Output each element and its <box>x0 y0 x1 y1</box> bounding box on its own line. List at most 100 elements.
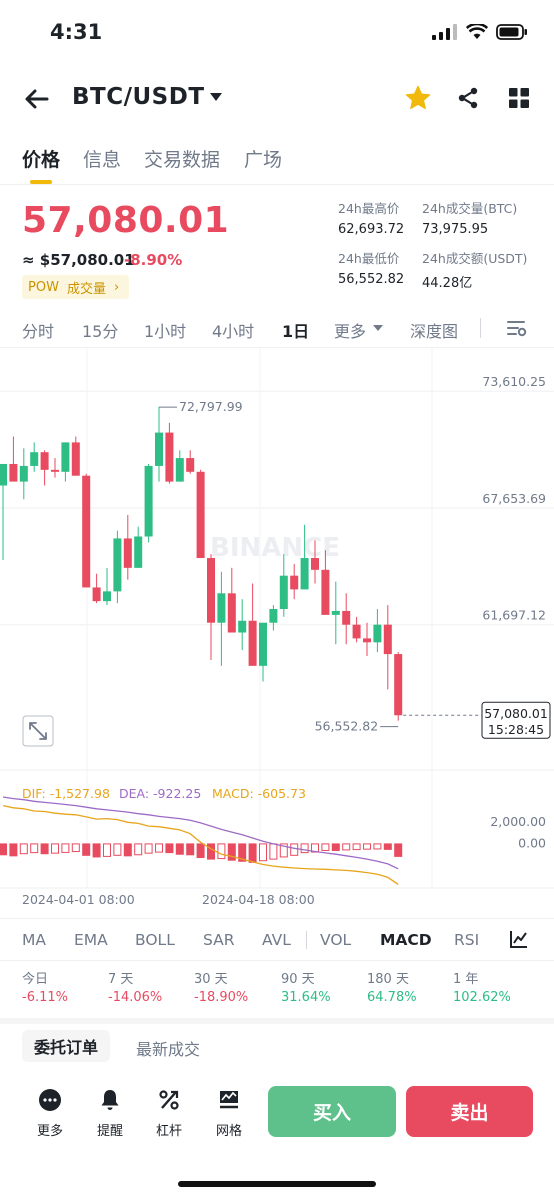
indicator-ma[interactable]: MA <box>22 931 46 949</box>
macd-histogram-bar <box>300 843 309 854</box>
interval-1d[interactable]: 1日 <box>282 318 309 342</box>
performance-label: 1 年 <box>453 972 479 987</box>
more-button[interactable]: 更多 <box>26 1088 74 1139</box>
wifi-icon <box>466 24 488 39</box>
grid-trading-icon <box>220 1091 238 1109</box>
macd-histogram-bar <box>321 843 330 851</box>
interval-time[interactable]: 分时 <box>22 318 54 342</box>
candle-body <box>227 593 236 633</box>
y-tick-label: 67,653.69 <box>482 491 546 506</box>
indicator-macd[interactable]: MACD <box>380 931 432 949</box>
interval-depth[interactable]: 深度图 <box>410 318 458 342</box>
macd-dif-legend: DIF: -1,527.98 <box>22 786 110 801</box>
tab-latest-trades[interactable]: 最新成交 <box>136 1036 200 1060</box>
stat-vol-btc-value: 73,975.95 <box>422 222 489 237</box>
macd-histogram-bar <box>71 843 80 853</box>
macd-dea-legend: DEA: -922.25 <box>119 786 201 801</box>
leverage-button[interactable]: 杠杆 <box>145 1088 193 1139</box>
macd-histogram-bar <box>30 843 39 854</box>
caret-down-icon[interactable] <box>373 325 383 331</box>
tab-open-orders[interactable]: 委托订单 <box>22 1030 111 1062</box>
tab-square[interactable]: 广场 <box>244 145 282 172</box>
alert-button[interactable]: 提醒 <box>86 1088 134 1139</box>
macd-histogram-bar <box>373 843 382 850</box>
tab-info[interactable]: 信息 <box>83 145 121 172</box>
back-arrow-icon[interactable] <box>22 84 52 114</box>
share-icon[interactable] <box>456 86 480 114</box>
macd-histogram-bar <box>383 843 392 850</box>
candle-body <box>40 452 49 470</box>
price-usd-approx: ≈ $57,080.01 <box>22 251 135 269</box>
sell-button[interactable]: 卖出 <box>406 1086 533 1137</box>
candle-body <box>321 569 330 615</box>
apps-grid-icon[interactable] <box>509 88 529 112</box>
tag-bar[interactable]: POW 成交量 › <box>22 275 130 299</box>
candle-body <box>373 624 382 643</box>
more-dots-icon <box>39 1089 61 1111</box>
macd-panel: DIF: -1,527.98 DEA: -922.25 MACD: -605.73 2… <box>0 786 546 885</box>
chevron-down-icon[interactable] <box>210 93 222 101</box>
tag-pow[interactable]: POW <box>28 280 59 295</box>
last-price-label: 57,080.01 <box>484 706 548 721</box>
candle-body <box>279 575 288 609</box>
candle-body <box>186 458 195 472</box>
interval-1h[interactable]: 1小时 <box>144 318 186 342</box>
macd-y-tick-label: 2,000.00 <box>490 814 546 829</box>
indicator-vol[interactable]: VOL <box>320 931 351 949</box>
macd-histogram-bar <box>103 843 111 857</box>
candlestick-chart[interactable]: BINANCE 73,610.25 67,653.69 61,697.12 72,7… <box>0 348 554 908</box>
performance-value: 64.78% <box>367 990 417 1005</box>
indicator-boll[interactable]: BOLL <box>135 931 175 949</box>
divider <box>0 1018 554 1024</box>
interval-more[interactable]: 更多 <box>334 318 366 342</box>
indicator-ema[interactable]: EMA <box>74 931 108 949</box>
grid-trading-button[interactable]: 网格 <box>205 1088 253 1139</box>
candle-body <box>51 469 59 472</box>
macd-histogram-bar <box>134 843 143 856</box>
divider <box>0 918 554 919</box>
indicator-avl[interactable]: AVL <box>262 931 291 949</box>
candle-body <box>394 654 403 716</box>
indicator-sar[interactable]: SAR <box>203 931 235 949</box>
macd-histogram-bar <box>342 843 351 851</box>
macd-histogram-bar <box>19 843 28 855</box>
chart-settings-icon[interactable] <box>506 318 528 342</box>
candle-body <box>92 587 101 602</box>
performance-label: 7 天 <box>108 972 134 987</box>
buy-button[interactable]: 买入 <box>268 1086 396 1137</box>
candle-body <box>123 538 132 568</box>
more-label: 更多 <box>36 1124 63 1139</box>
tag-volume[interactable]: 成交量 <box>67 278 106 297</box>
interval-15m[interactable]: 15分 <box>82 318 118 342</box>
candle-body <box>331 610 340 615</box>
candle-body <box>9 463 18 482</box>
home-indicator <box>178 1181 376 1187</box>
fullscreen-icon[interactable] <box>22 715 54 747</box>
tab-price[interactable]: 价格 <box>22 145 60 172</box>
macd-histogram-bar <box>82 843 91 856</box>
macd-histogram-bar <box>227 843 236 861</box>
candle-body <box>71 442 80 476</box>
indicator-rsi[interactable]: RSI <box>454 931 479 949</box>
pair-selector[interactable]: BTC/USDT <box>72 84 205 110</box>
indicator-settings-icon[interactable] <box>509 929 529 953</box>
x-axis-label: 2024-04-01 08:00 <box>22 892 135 907</box>
status-icons <box>432 24 528 40</box>
leverage-label: 杠杆 <box>155 1124 182 1139</box>
candle-countdown: 15:28:45 <box>488 722 544 737</box>
tab-trading-data[interactable]: 交易数据 <box>144 145 220 172</box>
interval-4h[interactable]: 4小时 <box>212 318 254 342</box>
candle-body <box>363 638 371 643</box>
candle-body <box>248 620 257 666</box>
star-icon[interactable] <box>404 84 432 116</box>
macd-y-tick-label: 0.00 <box>518 835 546 850</box>
candle-body <box>0 463 7 486</box>
candle-body <box>113 538 122 592</box>
macd-histogram-bar <box>61 843 70 853</box>
candle-body <box>352 624 361 639</box>
candle-body <box>165 432 174 482</box>
candle-body <box>155 432 163 466</box>
macd-histogram-bar <box>207 843 215 860</box>
stat-vol-btc-label: 24h成交量(BTC) <box>422 201 518 216</box>
performance-value: -6.11% <box>22 990 68 1005</box>
